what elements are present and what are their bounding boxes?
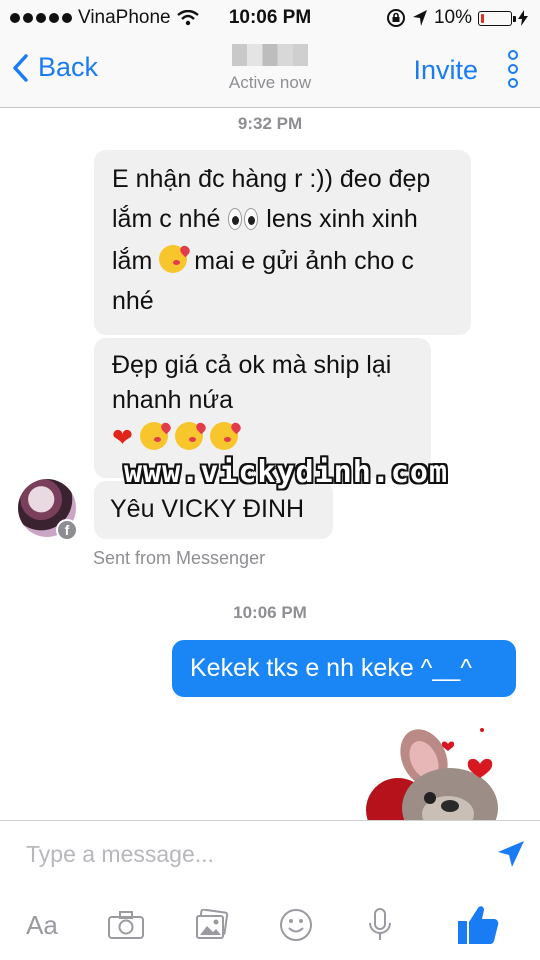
kissing-face-emoji-icon (139, 422, 168, 450)
message-line: Đẹp giá cả ok mà ship lại (112, 351, 392, 379)
message-text: lens xinh xinh (266, 204, 418, 233)
sent-from-label: Sent from Messenger (93, 548, 266, 568)
message-line: nhanh nứa (112, 385, 234, 414)
heart-emoji-icon: ❤ (112, 423, 133, 452)
status-bar: VinaPhone 10:06 PM 10% (0, 0, 540, 36)
thumbs-up-icon (458, 906, 499, 944)
contact-name-redacted (232, 44, 308, 66)
location-icon (412, 10, 427, 26)
message-text: mai e gửi ảnh cho c (194, 247, 414, 275)
outgoing-message-bubble[interactable]: Kekek tks e nh keke ^__^ (172, 640, 516, 697)
timestamp: 9:32 PM (237, 114, 303, 133)
message-composer: Aa (0, 820, 540, 960)
kissing-face-emoji-icon (174, 422, 203, 450)
back-button[interactable]: Back (12, 52, 98, 83)
voice-button[interactable] (358, 905, 402, 945)
incoming-message-bubble[interactable]: E nhận đc hàng r :)) đeo đẹp lắm c nhé l… (94, 150, 471, 335)
battery-icon (478, 10, 516, 26)
invite-button[interactable]: Invite (413, 55, 478, 86)
battery-level-fill (481, 13, 484, 23)
emoji-icon (280, 909, 312, 941)
emoji-button[interactable] (274, 905, 318, 945)
aa-icon: Aa (26, 909, 58, 940)
message-line: nhé (112, 286, 154, 315)
timestamp: 10:06 PM (233, 603, 307, 622)
camera-icon (108, 911, 144, 939)
watermark-text: www.vickydinh.com (124, 455, 449, 490)
back-label: Back (38, 52, 99, 82)
message-text: lắm (112, 247, 153, 275)
send-icon[interactable] (496, 839, 526, 869)
facebook-badge-icon: f (56, 519, 78, 541)
composer-toolbar: Aa (0, 901, 540, 951)
message-line: lắm c nhé lens xinh xinh (112, 200, 453, 243)
chevron-left-icon (13, 53, 28, 82)
photos-button[interactable] (190, 905, 234, 945)
message-text: lắm c nhé (112, 204, 221, 233)
camera-button[interactable] (104, 905, 148, 945)
photos-icon (196, 909, 229, 939)
message-line: E nhận đc hàng r :)) đeo đẹp (112, 165, 431, 193)
charging-bolt-icon (518, 10, 528, 26)
kissing-face-emoji-icon (159, 245, 188, 273)
conversation-header: Back Active now Invite (0, 36, 540, 108)
dog-sticker-image[interactable] (364, 722, 524, 820)
active-status: Active now (228, 73, 312, 92)
message-text: Yêu VICKY ĐINH (110, 495, 305, 523)
like-button[interactable] (454, 905, 502, 945)
message-line: lắm mai e gửi ảnh cho c (112, 242, 453, 282)
status-bar-right: 10% (386, 7, 528, 29)
emoji-line: ❤ (112, 421, 413, 456)
battery-percent: 10% (433, 7, 472, 28)
contact-title[interactable]: Active now (170, 44, 370, 93)
message-input[interactable] (26, 841, 466, 868)
more-options-icon[interactable] (506, 50, 520, 90)
rotation-lock-icon (386, 9, 405, 27)
text-format-button[interactable]: Aa (20, 905, 64, 945)
kissing-face-emoji-icon (209, 422, 238, 450)
microphone-icon (369, 908, 391, 940)
message-text: Kekek tks e nh keke ^__^ (190, 654, 472, 682)
eyes-emoji-icon (227, 203, 259, 243)
